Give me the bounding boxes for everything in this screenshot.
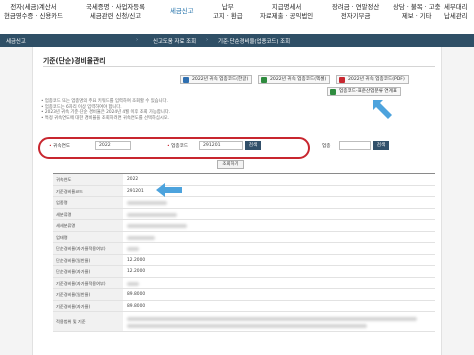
download-excel-button[interactable]: 2022년 귀속 업종코드(엑셀) [258, 75, 331, 84]
top-navigation: 전자(세금)계산서 현금영수증 · 신용카드 국세증명 · 사업자등록 세금관련… [0, 0, 474, 34]
nav-item-tax-agent[interactable]: 세무대리 납세관리 [444, 3, 468, 20]
table-row-label: 세분류명 [53, 208, 123, 219]
breadcrumb-separator: › [136, 37, 139, 43]
industry-name-label: 업종 [322, 144, 331, 149]
blurred-value [127, 324, 367, 328]
table-row: 기준경비율(일반율) 89.8000 [53, 289, 435, 301]
table-row: 기준경비율(자가율적용여부) [53, 277, 435, 289]
pdf-file-icon [339, 77, 345, 83]
note-item: • 2023년 귀속 기준·단순 경비율은 2024년 4월 이후 조회 가능합… [41, 110, 171, 116]
download-pdf-button[interactable]: 2022년 귀속 업종코드(PDF) [336, 75, 409, 84]
breadcrumb-separator: › [206, 37, 209, 43]
table-row: 업종명 [53, 197, 435, 209]
blurred-value [127, 247, 139, 251]
arrow-up-left-icon [373, 100, 392, 119]
table-row-label: 기준경비율(자가율) [53, 300, 123, 311]
table-row-label: 기준경비율(자가율적용여부) [53, 277, 123, 288]
result-table: 귀속연도 2022 기준경비율코드 291201 업종명 세분류명 세세분류명 … [53, 173, 435, 332]
table-row-label: 단순경비율(자가율) [53, 266, 123, 277]
table-row: 업태명 [53, 231, 435, 243]
excel-file-icon [330, 89, 336, 95]
table-row: 세분류명 [53, 208, 435, 220]
blurred-value [127, 235, 155, 240]
table-row-value: 12.2000 [127, 257, 146, 263]
table-row-label: 기준경비율(일반율) [53, 289, 123, 300]
table-row: 기준경비율코드 291201 [53, 185, 435, 197]
table-row: 세세분류명 [53, 220, 435, 232]
blurred-value [127, 224, 187, 228]
nav-item-line1: 납부 [221, 3, 234, 11]
table-row: 단순경비율(자가율) 12.2000 [53, 266, 435, 278]
table-row: 귀속연도 2022 [53, 174, 435, 186]
table-row: 단순경비율(자가율적용여부) [53, 243, 435, 255]
nav-item-line1: 전자(세금)계산서 [10, 3, 57, 11]
nav-item-line1: 국세증명 · 사업자등록 [86, 3, 146, 11]
nav-item-line1: 상담 · 불복 · 고충 [393, 3, 441, 11]
excel-file-icon [261, 77, 267, 83]
blurred-value [127, 212, 177, 217]
nav-item-incentives[interactable]: 장려금 · 연말정산 전자기부금 [332, 3, 379, 20]
table-row-label: 기준경비율코드 [53, 185, 123, 196]
table-row: 기준경비율(자가율) 89.8000 [53, 300, 435, 312]
nav-item-payment-statement[interactable]: 지급명세서 자료제출 · 공익법인 [260, 3, 313, 20]
nav-item-line1: 세무대리 [444, 3, 468, 11]
download-excel-label: 2022년 귀속 업종코드(엑셀) [270, 77, 327, 82]
download-hwp-label: 2022년 귀속 업종코드(한글) [192, 77, 249, 82]
industry-name-input[interactable] [339, 141, 371, 150]
nav-item-line2: 현금영수증 · 신용카드 [4, 11, 64, 20]
table-row-value: 2022 [127, 177, 139, 182]
download-mapping-table-button[interactable]: 업종코드-표준산업분류 연계표 [327, 87, 402, 96]
nav-item-line1: 지급명세서 [271, 3, 302, 11]
nav-item-line1: 장려금 · 연말정산 [332, 3, 380, 11]
breadcrumb-level1[interactable]: 신고도움 자료 조회 [153, 37, 196, 45]
blurred-value [127, 281, 139, 286]
nav-item-consulting[interactable]: 상담 · 불복 · 고충 제보 · 기타 [393, 3, 440, 20]
nav-item-e-invoice[interactable]: 전자(세금)계산서 현금영수증 · 신용카드 [4, 3, 63, 20]
blurred-value [127, 317, 417, 321]
arrow-left-icon [156, 183, 182, 197]
table-row-value: 89.8000 [127, 303, 146, 309]
hwp-file-icon [183, 77, 189, 83]
table-row: 적용범위 및 기준 [53, 312, 435, 332]
table-row: 단순경비율(일반율) 12.2000 [53, 254, 435, 266]
nav-item-tax-return[interactable]: 세금신고 [170, 7, 194, 16]
table-row-label: 단순경비율(자가율적용여부) [53, 243, 123, 254]
nav-item-line2: 전자기부금 [340, 11, 371, 20]
table-row-label: 단순경비율(일반율) [53, 254, 123, 265]
table-row-label: 세세분류명 [53, 220, 123, 231]
blurred-value [127, 201, 167, 205]
table-row-label: 적용범위 및 기준 [53, 312, 123, 331]
download-pdf-label: 2022년 귀속 업종코드(PDF) [348, 77, 405, 82]
apply-button[interactable]: 조회하기 [217, 160, 244, 169]
breadcrumb-home[interactable]: 세금신고 [6, 37, 26, 45]
table-row-value: 89.8000 [127, 292, 146, 297]
nav-item-line2: 납세관리 [444, 11, 468, 20]
table-row-value: 12.2000 [127, 269, 146, 274]
note-item: • 업종코드 또는 업종명의 주요 키워드를 입력하여 조회할 수 있습니다. [41, 99, 168, 104]
table-row-value: 291201 [127, 188, 144, 194]
download-hwp-button[interactable]: 2022년 귀속 업종코드(한글) [180, 75, 253, 84]
breadcrumb: 세금신고 › 신고도움 자료 조회 › 기준·단순경비율(업종코드) 조회 [0, 34, 474, 47]
nav-item-payment[interactable]: 납부 고지 · 환급 [213, 3, 243, 20]
title-divider [43, 66, 435, 67]
nav-item-line2: 자료제출 · 공익법인 [260, 11, 314, 20]
table-row-label: 귀속연도 [53, 174, 123, 185]
notes-list: • 업종코드 또는 업종명의 주요 키워드를 입력하여 조회할 수 있습니다. … [41, 99, 170, 121]
table-row-label: 업태명 [53, 231, 123, 242]
page-title: 기준(단순)경비율관리 [43, 57, 106, 65]
nav-item-line2: 고지 · 환급 [213, 11, 243, 20]
highlight-oval [38, 137, 310, 159]
nav-item-certificates[interactable]: 국세증명 · 사업자등록 세금관련 신청/신고 [86, 3, 145, 20]
note-item: • 특정 귀속연도에 대한 경비율을 조회하려면 귀속연도를 선택하십시오. [41, 115, 170, 121]
nav-item-line2: 제보 · 기타 [401, 11, 432, 20]
table-row-label: 업종명 [53, 197, 123, 208]
nav-item-line2: 세금관련 신청/신고 [89, 11, 142, 20]
industry-name-search-button[interactable]: 검색 [373, 141, 389, 150]
nav-item-line1: 세금신고 [170, 7, 194, 15]
content-panel: 기준(단순)경비율관리 2022년 귀속 업종코드(한글) 2022년 귀속 업… [32, 47, 442, 355]
download-mapping-label: 업종코드-표준산업분류 연계표 [339, 89, 398, 94]
breadcrumb-level2[interactable]: 기준·단순경비율(업종코드) 조회 [218, 37, 290, 45]
